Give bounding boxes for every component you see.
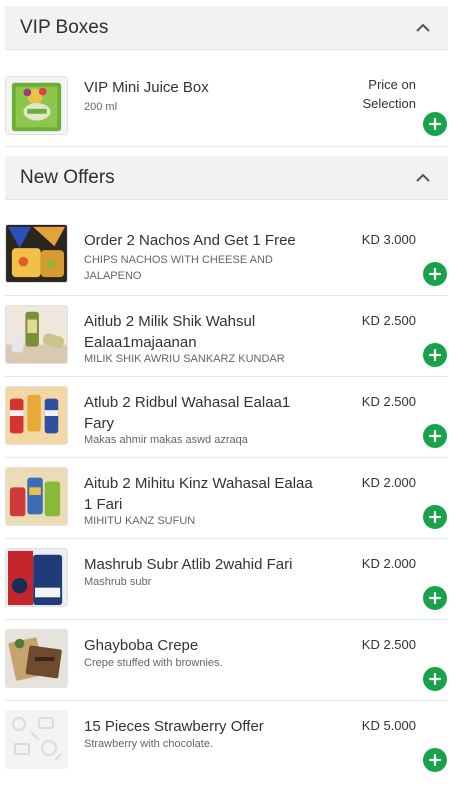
redbull-cans-image <box>5 386 68 445</box>
chevron-up-icon[interactable] <box>414 169 432 187</box>
item-price: KD 2.000 <box>361 475 416 490</box>
list-item[interactable]: Aitlub 2 Milik Shik Wahsul Ealaa1majaana… <box>5 297 448 377</box>
add-to-cart-button[interactable] <box>423 343 447 367</box>
list-item[interactable]: VIP Mini Juice Box 200 ml Price on Selec… <box>5 67 448 147</box>
item-description: 200 ml <box>84 101 118 113</box>
item-name: Aitlub 2 Milik Shik Wahsul Ealaa1majaana… <box>84 313 256 351</box>
plus-icon <box>429 118 441 130</box>
plus-icon <box>429 268 441 280</box>
item-price: KD 5.000 <box>361 718 416 733</box>
item-price-line2: Selection <box>362 96 416 111</box>
item-description: MILIK SHIK AWRIU SANKARZ KUNDAR <box>84 353 285 365</box>
item-name: 15 Pieces Strawberry Offer <box>84 718 264 735</box>
item-description: Mashrub subr <box>84 576 152 588</box>
list-item[interactable]: Aitub 2 Mihitu Kinz Wahasal Ealaa 1 Fari… <box>5 459 448 539</box>
list-item[interactable]: Mashrub Subr Atlib 2wahid Fari Mashrub s… <box>5 540 448 620</box>
item-description: Makas ahmir makas aswd azraqa <box>84 434 248 446</box>
add-to-cart-button[interactable] <box>423 748 447 772</box>
item-name: VIP Mini Juice Box <box>84 79 209 96</box>
item-price-line1: Price on <box>368 77 416 92</box>
plus-icon <box>429 349 441 361</box>
item-description: CHIPS NACHOS WITH CHEESE AND JALAPENO <box>84 254 273 282</box>
item-description: Strawberry with chocolate. <box>84 738 213 750</box>
plus-icon <box>429 511 441 523</box>
list-item[interactable]: Atlub 2 Ridbul Wahasal Ealaa1 Fary Makas… <box>5 378 448 458</box>
list-item[interactable]: Order 2 Nachos And Get 1 Free CHIPS NACH… <box>5 216 448 296</box>
item-name: Aitub 2 Mihitu Kinz Wahasal Ealaa 1 Fari <box>84 475 313 513</box>
add-to-cart-button[interactable] <box>423 262 447 286</box>
plus-icon <box>429 754 441 766</box>
item-description: MIHITU KANZ SUFUN <box>84 515 196 527</box>
list-item[interactable]: 15 Pieces Strawberry Offer Strawberry wi… <box>5 702 448 782</box>
add-to-cart-button[interactable] <box>423 586 447 610</box>
sobr-drink-image <box>5 548 68 607</box>
add-to-cart-button[interactable] <box>423 667 447 691</box>
item-price: Price on Selection <box>363 75 416 113</box>
section-header-vip-boxes[interactable]: VIP Boxes <box>5 6 448 50</box>
placeholder-image <box>5 710 68 769</box>
item-price: KD 2.500 <box>361 394 416 409</box>
item-price: KD 2.500 <box>361 313 416 328</box>
section-title: VIP Boxes <box>20 16 109 38</box>
list-item[interactable]: Ghayboba Crepe Crepe stuffed with browni… <box>5 621 448 701</box>
plus-icon <box>429 592 441 604</box>
item-price: KD 3.000 <box>361 232 416 247</box>
item-price: KD 2.500 <box>361 637 416 652</box>
item-name: Order 2 Nachos And Get 1 Free <box>84 232 296 249</box>
add-to-cart-button[interactable] <box>423 112 447 136</box>
item-name: Atlub 2 Ridbul Wahasal Ealaa1 Fary <box>84 394 291 432</box>
add-to-cart-button[interactable] <box>423 505 447 529</box>
section-header-new-offers[interactable]: New Offers <box>5 156 448 200</box>
item-price: KD 2.000 <box>361 556 416 571</box>
chevron-up-icon[interactable] <box>414 19 432 37</box>
item-name: Ghayboba Crepe <box>84 637 199 654</box>
crepe-image <box>5 629 68 688</box>
juice-box-image <box>5 76 68 135</box>
plus-icon <box>429 673 441 685</box>
section-title: New Offers <box>20 166 115 188</box>
item-name: Mashrub Subr Atlib 2wahid Fari <box>84 556 293 573</box>
nachos-image <box>5 224 68 283</box>
add-to-cart-button[interactable] <box>423 424 447 448</box>
plus-icon <box>429 430 441 442</box>
mojito-cans-image <box>5 467 68 526</box>
item-description: Crepe stuffed with brownies. <box>84 657 223 669</box>
milkshake-cans-image <box>5 305 68 364</box>
